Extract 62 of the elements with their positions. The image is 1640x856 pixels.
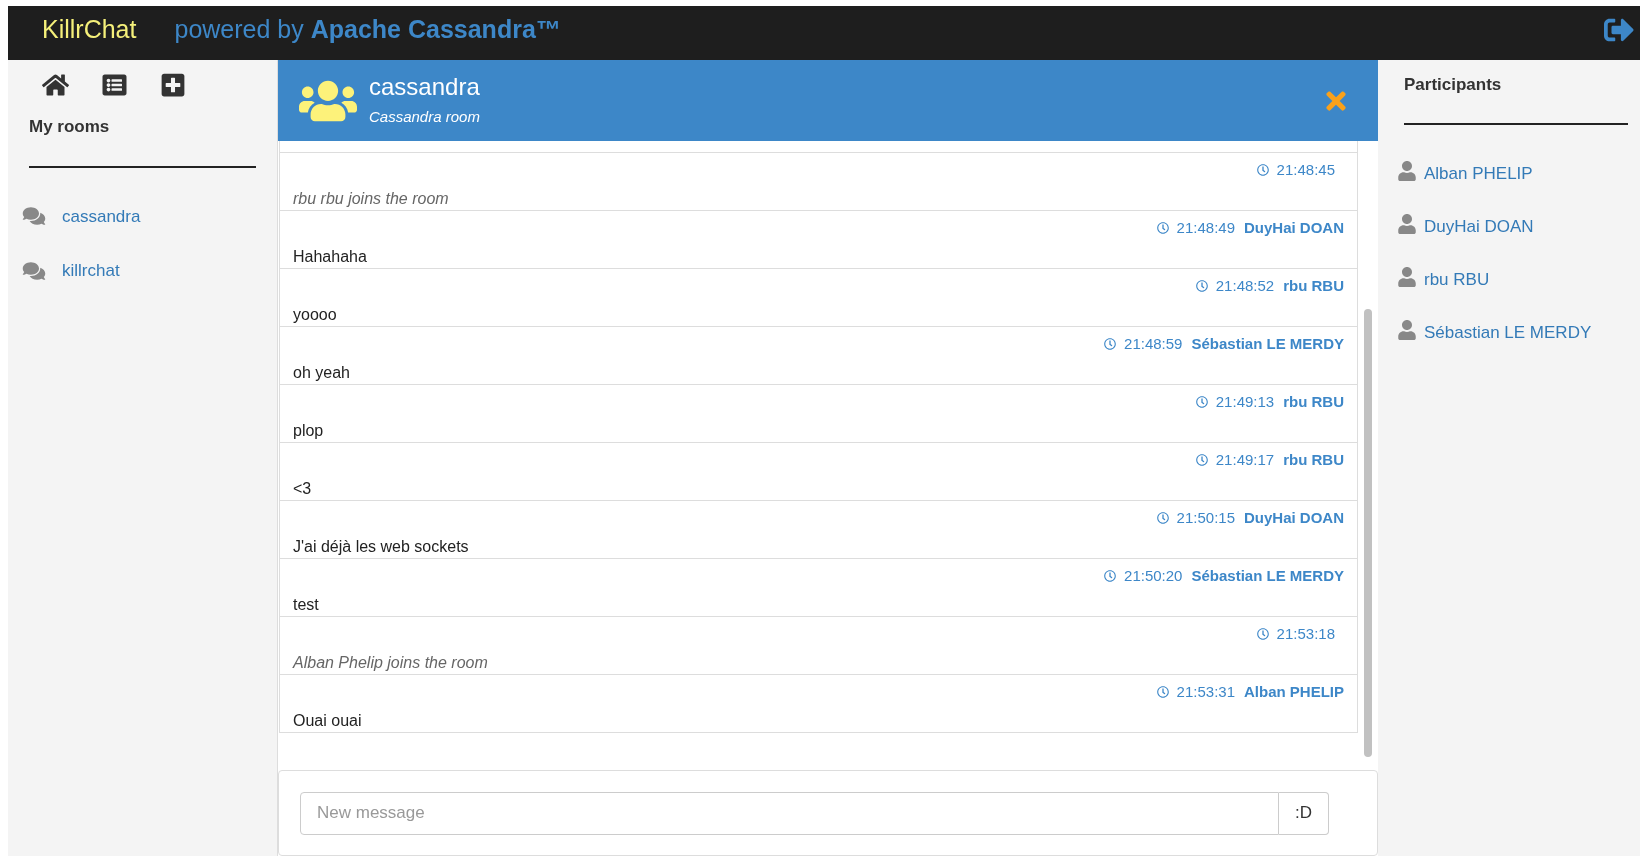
message-text: <3 bbox=[293, 478, 313, 499]
participants-title: Participants bbox=[1404, 74, 1502, 96]
room-name: cassandra bbox=[369, 72, 480, 103]
message-time: 21:53:18 bbox=[1276, 624, 1335, 644]
message-time: 21:48:45 bbox=[1276, 160, 1335, 180]
message-time: 21:53:31 bbox=[1176, 682, 1235, 702]
message-text: Alban Phelip joins the room bbox=[293, 652, 489, 673]
clock-icon bbox=[1195, 280, 1208, 293]
message-text: test bbox=[293, 594, 320, 615]
clock-icon bbox=[1104, 338, 1117, 351]
person-icon bbox=[1398, 160, 1416, 181]
message-time: 21:50:20 bbox=[1124, 566, 1183, 586]
message-time: 21:48:52 bbox=[1215, 276, 1275, 296]
person-icon bbox=[1398, 319, 1416, 340]
chat-bubbles-icon bbox=[22, 206, 46, 227]
message-author[interactable]: Alban PHELIP bbox=[1244, 681, 1344, 704]
room-link[interactable]: killrchat bbox=[62, 258, 120, 284]
participant-name[interactable]: Alban PHELIP bbox=[1424, 160, 1533, 187]
message-text: rbu rbu joins the room bbox=[293, 188, 450, 209]
emoji-button[interactable]: :D bbox=[1279, 791, 1329, 835]
message-text: plop bbox=[293, 420, 325, 441]
message-time: 21:48:59 bbox=[1124, 334, 1183, 354]
clock-icon bbox=[1256, 628, 1269, 641]
room-link[interactable]: cassandra bbox=[62, 203, 141, 229]
clock-icon bbox=[1156, 512, 1169, 525]
message-author[interactable]: Sébastian LE MERDY bbox=[1191, 333, 1344, 356]
scrollbar[interactable] bbox=[1364, 309, 1372, 757]
message-text: oh yeah bbox=[293, 362, 351, 383]
message-time: 21:50:15 bbox=[1176, 508, 1235, 528]
person-icon bbox=[1398, 213, 1416, 234]
message-author[interactable]: DuyHai DOAN bbox=[1244, 507, 1344, 530]
home-icon[interactable] bbox=[42, 73, 69, 97]
message-time: 21:49:17 bbox=[1215, 450, 1275, 470]
room-description: Cassandra room bbox=[369, 107, 480, 128]
message-time: 21:49:13 bbox=[1215, 392, 1275, 412]
list-icon[interactable] bbox=[100, 73, 129, 97]
message-input[interactable]: New message bbox=[300, 791, 1279, 835]
message-time: 21:48:49 bbox=[1176, 218, 1235, 238]
message-author[interactable]: DuyHai DOAN bbox=[1244, 217, 1344, 240]
message-author[interactable]: rbu RBU bbox=[1283, 275, 1344, 298]
message-author[interactable]: rbu RBU bbox=[1283, 391, 1344, 414]
sidebar-title: My rooms bbox=[29, 116, 110, 138]
chat-bubbles-icon bbox=[22, 260, 46, 281]
message-author[interactable]: Sébastian LE MERDY bbox=[1191, 565, 1344, 588]
participant-name[interactable]: rbu RBU bbox=[1424, 266, 1490, 293]
participant-name[interactable]: DuyHai DOAN bbox=[1424, 213, 1534, 240]
clock-icon bbox=[1156, 686, 1169, 699]
brand-title[interactable]: KillrChat bbox=[42, 11, 137, 49]
clock-icon bbox=[1195, 454, 1208, 467]
participant-name[interactable]: Sébastian LE MERDY bbox=[1424, 319, 1592, 346]
message-text: J'ai déjà les web sockets bbox=[293, 536, 470, 557]
person-icon bbox=[1398, 266, 1416, 287]
message-text: Hahahaha bbox=[293, 246, 368, 267]
add-icon[interactable] bbox=[160, 72, 186, 98]
tagline: powered by Apache Cassandra™ bbox=[174, 14, 561, 46]
clock-icon bbox=[1156, 222, 1169, 235]
clock-icon bbox=[1256, 164, 1269, 177]
message-author[interactable]: rbu RBU bbox=[1283, 449, 1344, 472]
clock-icon bbox=[1195, 396, 1208, 409]
clock-icon bbox=[1104, 570, 1117, 583]
message-text: Ouai ouai bbox=[293, 710, 363, 731]
message-text: yoooo bbox=[293, 304, 338, 325]
